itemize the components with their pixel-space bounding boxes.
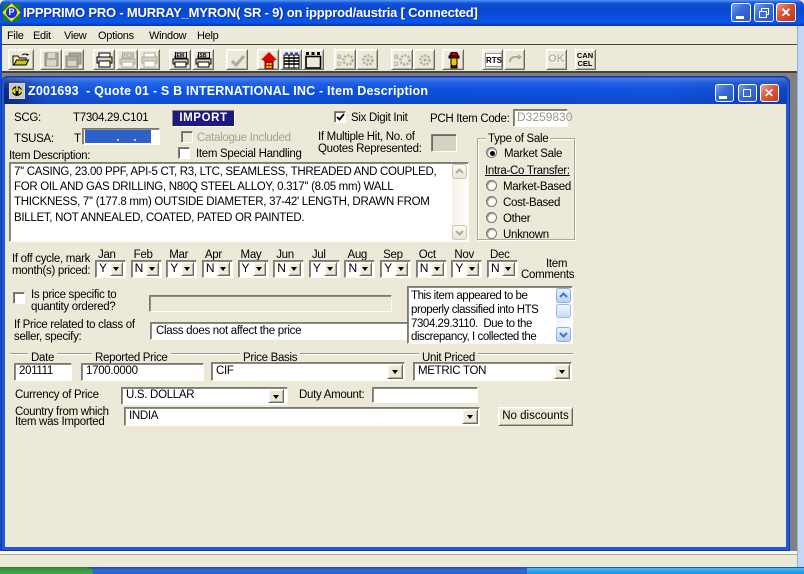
svg-text:EM: EM <box>177 53 185 59</box>
svg-text:D: D <box>337 61 342 68</box>
svg-text:SB: SB <box>199 53 206 59</box>
svg-text:B: B <box>394 54 399 61</box>
svg-text:B: B <box>337 54 342 61</box>
svg-text:D: D <box>394 61 399 68</box>
svg-text:FCM: FCM <box>123 53 134 59</box>
